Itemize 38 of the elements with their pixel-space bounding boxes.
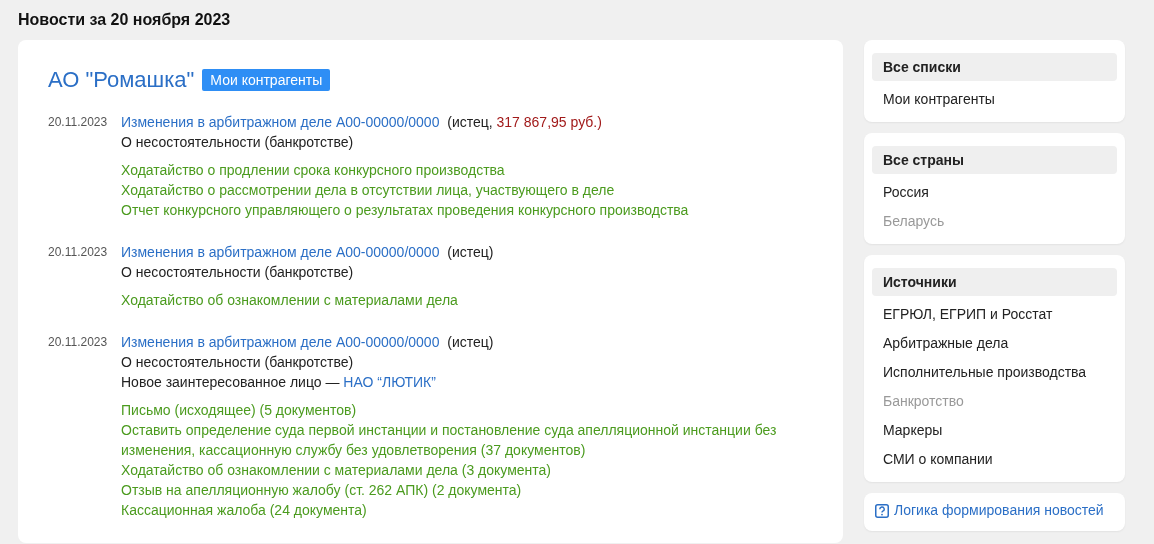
document-link[interactable]: Ходатайство о продлении срока конкурсного производства — [121, 160, 689, 180]
event-description: О несостоятельности (банкротстве) — [121, 134, 354, 150]
list-tag[interactable]: Мои контрагенты — [202, 69, 331, 91]
document-link[interactable]: Оставить определение суда первой инстанции и постановление суда апелляционной инстанции без изменения, кассационную службу без удовлетворения (37 документов) — [121, 420, 793, 460]
filter-item[interactable]: Маркеры — [872, 416, 1117, 445]
filter-item[interactable]: Арбитражные дела — [872, 329, 1117, 358]
document-link[interactable]: Отчет конкурсного управляющего о результатах проведения конкурсного производства — [121, 200, 689, 220]
filter-item[interactable]: ЕГРЮЛ, ЕГРИП и Росстат — [872, 300, 1117, 329]
claim-amount: 317 867,95 руб.) — [496, 114, 602, 130]
party-text: (истец) — [447, 334, 494, 350]
document-link[interactable]: Ходатайство об ознакомлении с материалами дела (3 документа) — [121, 460, 793, 480]
filter-header[interactable]: Источники — [872, 268, 1117, 296]
company-link[interactable]: АО "Ромашка" — [48, 66, 195, 94]
party-text: (истец) — [447, 244, 494, 260]
filter-item[interactable]: СМИ о компании — [872, 445, 1117, 474]
document-link[interactable]: Кассационная жалоба (24 документа) — [121, 500, 793, 520]
event-date: 20.11.2023 — [48, 114, 109, 131]
page-title: Новости за 20 ноября 2023 — [17, 10, 232, 30]
event-date: 20.11.2023 — [48, 244, 109, 261]
case-link[interactable]: Изменения в арбитражном деле А00-00000/0000 — [121, 334, 440, 350]
document-link[interactable]: Ходатайство об ознакомлении с материалами дела — [121, 290, 494, 310]
filter-item[interactable]: Россия — [872, 178, 1117, 207]
case-link[interactable]: Изменения в арбитражном деле А00-00000/0000 — [121, 114, 440, 130]
company-link[interactable]: НАО “ЛЮТИК” — [343, 374, 436, 390]
case-link[interactable]: Изменения в арбитражном деле А00-00000/0000 — [121, 244, 440, 260]
filter-item[interactable]: Исполнительные производства — [872, 358, 1117, 387]
event-description: Новое заинтересованное лицо — — [121, 374, 341, 390]
help-icon — [875, 503, 889, 518]
filter-item[interactable]: Мои контрагенты — [872, 85, 1117, 114]
event-date: 20.11.2023 — [48, 334, 109, 351]
document-link[interactable]: Ходатайство о рассмотрении дела в отсутствии лица, участвующего в деле — [121, 180, 689, 200]
event-description: О несостоятельности (банкротстве) — [121, 354, 354, 370]
filter-header[interactable]: Все страны — [872, 146, 1117, 174]
party-text: (истец, — [447, 114, 494, 130]
document-link[interactable]: Отзыв на апелляционную жалобу (ст. 262 АПК) (2 документа) — [121, 480, 793, 500]
document-link[interactable]: Письмо (исходящее) (5 документов) — [121, 400, 793, 420]
event-description: О несостоятельности (банкротстве) — [121, 264, 354, 280]
filter-header[interactable]: Все списки — [872, 53, 1117, 81]
